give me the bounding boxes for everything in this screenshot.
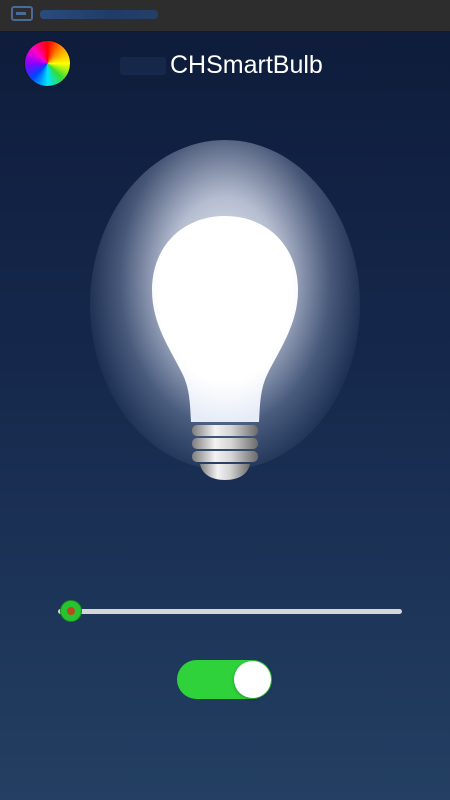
status-bar <box>0 0 450 31</box>
slider-thumb[interactable] <box>59 600 82 622</box>
bulb-base-ring-2 <box>192 438 258 449</box>
app-notification-icon <box>11 6 33 21</box>
app-screen: CHSmartBulb <box>0 0 450 800</box>
bulb-glass <box>152 216 298 422</box>
bulb-base-tip <box>200 464 250 480</box>
color-wheel-icon[interactable] <box>25 41 70 86</box>
power-toggle[interactable] <box>177 660 272 699</box>
light-bulb-icon[interactable] <box>145 210 305 485</box>
slider-track[interactable] <box>58 609 402 614</box>
bulb-base-ring-1 <box>192 425 258 436</box>
title-redacted-region <box>120 57 166 75</box>
bulb-base-ring-3 <box>192 451 258 462</box>
status-bar-blurred-text <box>40 10 158 19</box>
app-title: CHSmartBulb <box>170 51 323 79</box>
brightness-slider[interactable] <box>50 598 402 626</box>
toggle-knob[interactable] <box>234 661 271 698</box>
